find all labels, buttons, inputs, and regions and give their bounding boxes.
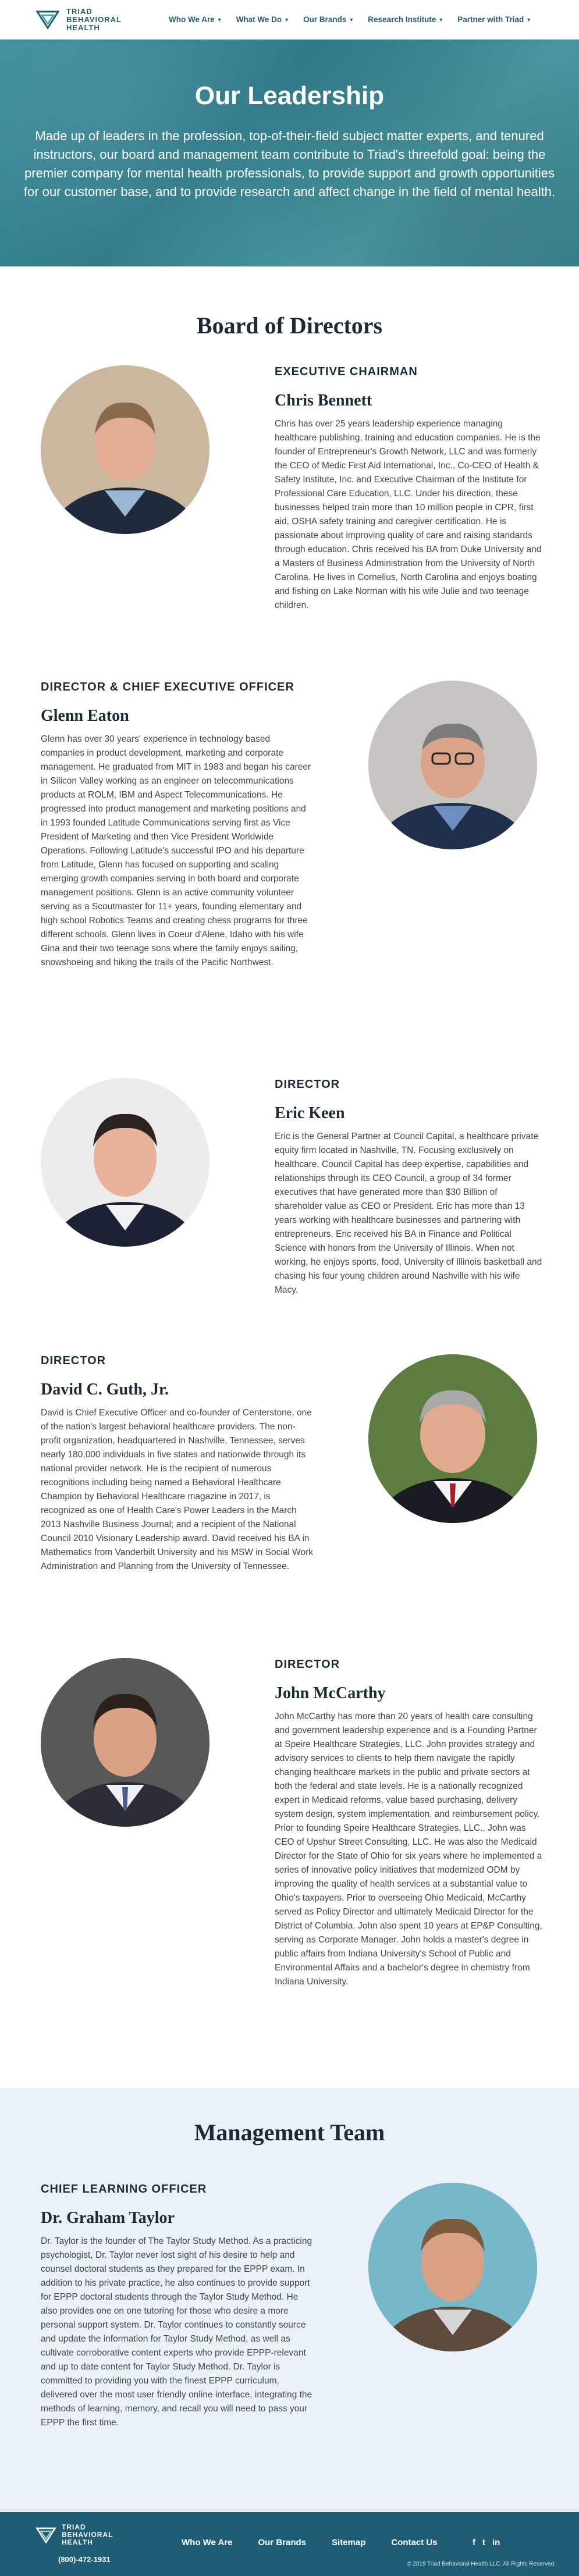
footer-link-sitemap[interactable]: Sitemap (332, 2538, 365, 2547)
footer-logo[interactable]: TRIAD BEHAVIORAL HEALTH (35, 2524, 113, 2546)
site-footer: TRIAD BEHAVIORAL HEALTH (800)-472-1931 W… (0, 2512, 579, 2576)
hero-text: Made up of leaders in the profession, to… (23, 129, 556, 199)
hero-banner: Our Leadership Made up of leaders in the… (0, 40, 579, 266)
member-bio: Glenn has over 30 years' experience in t… (41, 734, 311, 967)
portrait-image (41, 1078, 209, 1247)
chevron-down-icon: ▼ (526, 16, 532, 23)
brand-line-3: HEALTH (62, 2538, 93, 2546)
member-glenn-eaton: DIRECTOR & CHIEF EXECUTIVE OFFICER Glenn… (41, 681, 314, 970)
brand-line-1: TRIAD (66, 6, 93, 16)
member-name: Dr. Graham Taylor (41, 2209, 175, 2227)
member-name: John McCarthy (275, 1684, 386, 1702)
triad-logo-icon (35, 10, 60, 30)
portrait-image (368, 681, 537, 849)
member-bio: John McCarthy has more than 20 years of … (275, 1712, 542, 1987)
member-name: David C. Guth, Jr. (41, 1380, 169, 1399)
member-bio: Eric is the General Partner at Council C… (275, 1132, 542, 1295)
member-eric-keen: DIRECTOR Eric Keen Eric is the General P… (275, 1078, 542, 1297)
member-name: Glenn Eaton (41, 707, 129, 725)
member-role: DIRECTOR (41, 1354, 106, 1367)
nav-partner-with-triad[interactable]: Partner with Triad ▼ (457, 15, 531, 24)
footer-link-who-we-are[interactable]: Who We Are (182, 2538, 233, 2547)
triad-logo-icon (35, 2527, 56, 2543)
copyright-text: © 2019 Triad Behavioral Health LLC. All … (407, 2561, 556, 2567)
facebook-icon[interactable]: f (473, 2538, 475, 2547)
avatar-eric-keen (41, 1078, 209, 1247)
avatar-john-mccarthy (41, 1658, 209, 1827)
nav-label: What We Do (236, 15, 282, 24)
nav-who-we-are[interactable]: Who We Are ▼ (169, 15, 222, 24)
board-section: Board of Directors (0, 266, 579, 339)
board-title: Board of Directors (196, 312, 383, 339)
brand-line-3: HEALTH (66, 23, 100, 32)
footer-phone[interactable]: (800)-472-1931 (58, 2555, 111, 2564)
brand-wordmark: TRIAD BEHAVIORAL HEALTH (66, 6, 122, 32)
nav-label: Who We Are (169, 15, 215, 24)
nav-what-we-do[interactable]: What We Do ▼ (236, 15, 289, 24)
chevron-down-icon: ▼ (349, 16, 354, 23)
member-role: CHIEF LEARNING OFFICER (41, 2183, 207, 2196)
twitter-icon[interactable]: t (482, 2538, 485, 2547)
nav-our-brands[interactable]: Our Brands ▼ (303, 15, 354, 24)
member-role: EXECUTIVE CHAIRMAN (275, 365, 418, 378)
avatar-chris-bennett (41, 365, 209, 534)
member-role: DIRECTOR (275, 1658, 340, 1671)
member-graham-taylor: CHIEF LEARNING OFFICER Dr. Graham Taylor… (41, 2183, 314, 2430)
avatar-david-guth (368, 1354, 537, 1523)
member-bio: David is Chief Executive Officer and co-… (41, 1408, 314, 1571)
portrait-image (368, 1354, 537, 1523)
nav-label: Our Brands (303, 15, 347, 24)
portrait-image (41, 1658, 209, 1827)
management-section: Management Team CHIEF LEARNING OFFICER D… (0, 2088, 579, 2512)
member-role: DIRECTOR & CHIEF EXECUTIVE OFFICER (41, 681, 294, 693)
chevron-down-icon: ▼ (284, 16, 290, 23)
member-david-guth: DIRECTOR David C. Guth, Jr. David is Chi… (41, 1354, 314, 1574)
avatar-graham-taylor (368, 2183, 537, 2351)
nav-research-institute[interactable]: Research Institute ▼ (368, 15, 443, 24)
footer-wordmark: TRIAD BEHAVIORAL HEALTH (62, 2524, 113, 2546)
main-menu: Who We Are ▼ What We Do ▼ Our Brands ▼ Rese… (169, 15, 531, 24)
member-bio: Chris has over 25 years leadership exper… (275, 419, 542, 610)
brand-line-2: BEHAVIORAL (66, 15, 122, 24)
member-chris-bennett: EXECUTIVE CHAIRMAN Chris Bennett Chris h… (275, 365, 542, 613)
page-title: Our Leadership (194, 81, 385, 110)
footer-link-our-brands[interactable]: Our Brands (258, 2538, 307, 2547)
member-name: Eric Keen (275, 1104, 345, 1122)
member-john-mccarthy: DIRECTOR John McCarthy John McCarthy has… (275, 1658, 542, 1989)
management-title: Management Team (194, 2119, 385, 2146)
nav-label: Partner with Triad (457, 15, 524, 24)
member-name: Chris Bennett (275, 392, 372, 410)
footer-social: f t in (473, 2538, 500, 2547)
site-header: TRIAD BEHAVIORAL HEALTH Who We Are ▼ What… (0, 0, 579, 40)
portrait-image (41, 365, 209, 534)
member-role: DIRECTOR (275, 1078, 340, 1091)
nav-label: Research Institute (368, 15, 436, 24)
avatar-glenn-eaton (368, 681, 537, 849)
chevron-down-icon: ▼ (438, 16, 444, 23)
linkedin-icon[interactable]: in (492, 2538, 500, 2547)
portrait-image (368, 2183, 537, 2351)
footer-links: Who We Are Our Brands Sitemap Contact Us (182, 2538, 438, 2547)
chevron-down-icon: ▼ (216, 16, 222, 23)
member-bio: Dr. Taylor is the founder of The Taylor … (41, 2236, 312, 2428)
brand-logo[interactable]: TRIAD BEHAVIORAL HEALTH (35, 6, 151, 32)
footer-link-contact-us[interactable]: Contact Us (391, 2538, 437, 2547)
